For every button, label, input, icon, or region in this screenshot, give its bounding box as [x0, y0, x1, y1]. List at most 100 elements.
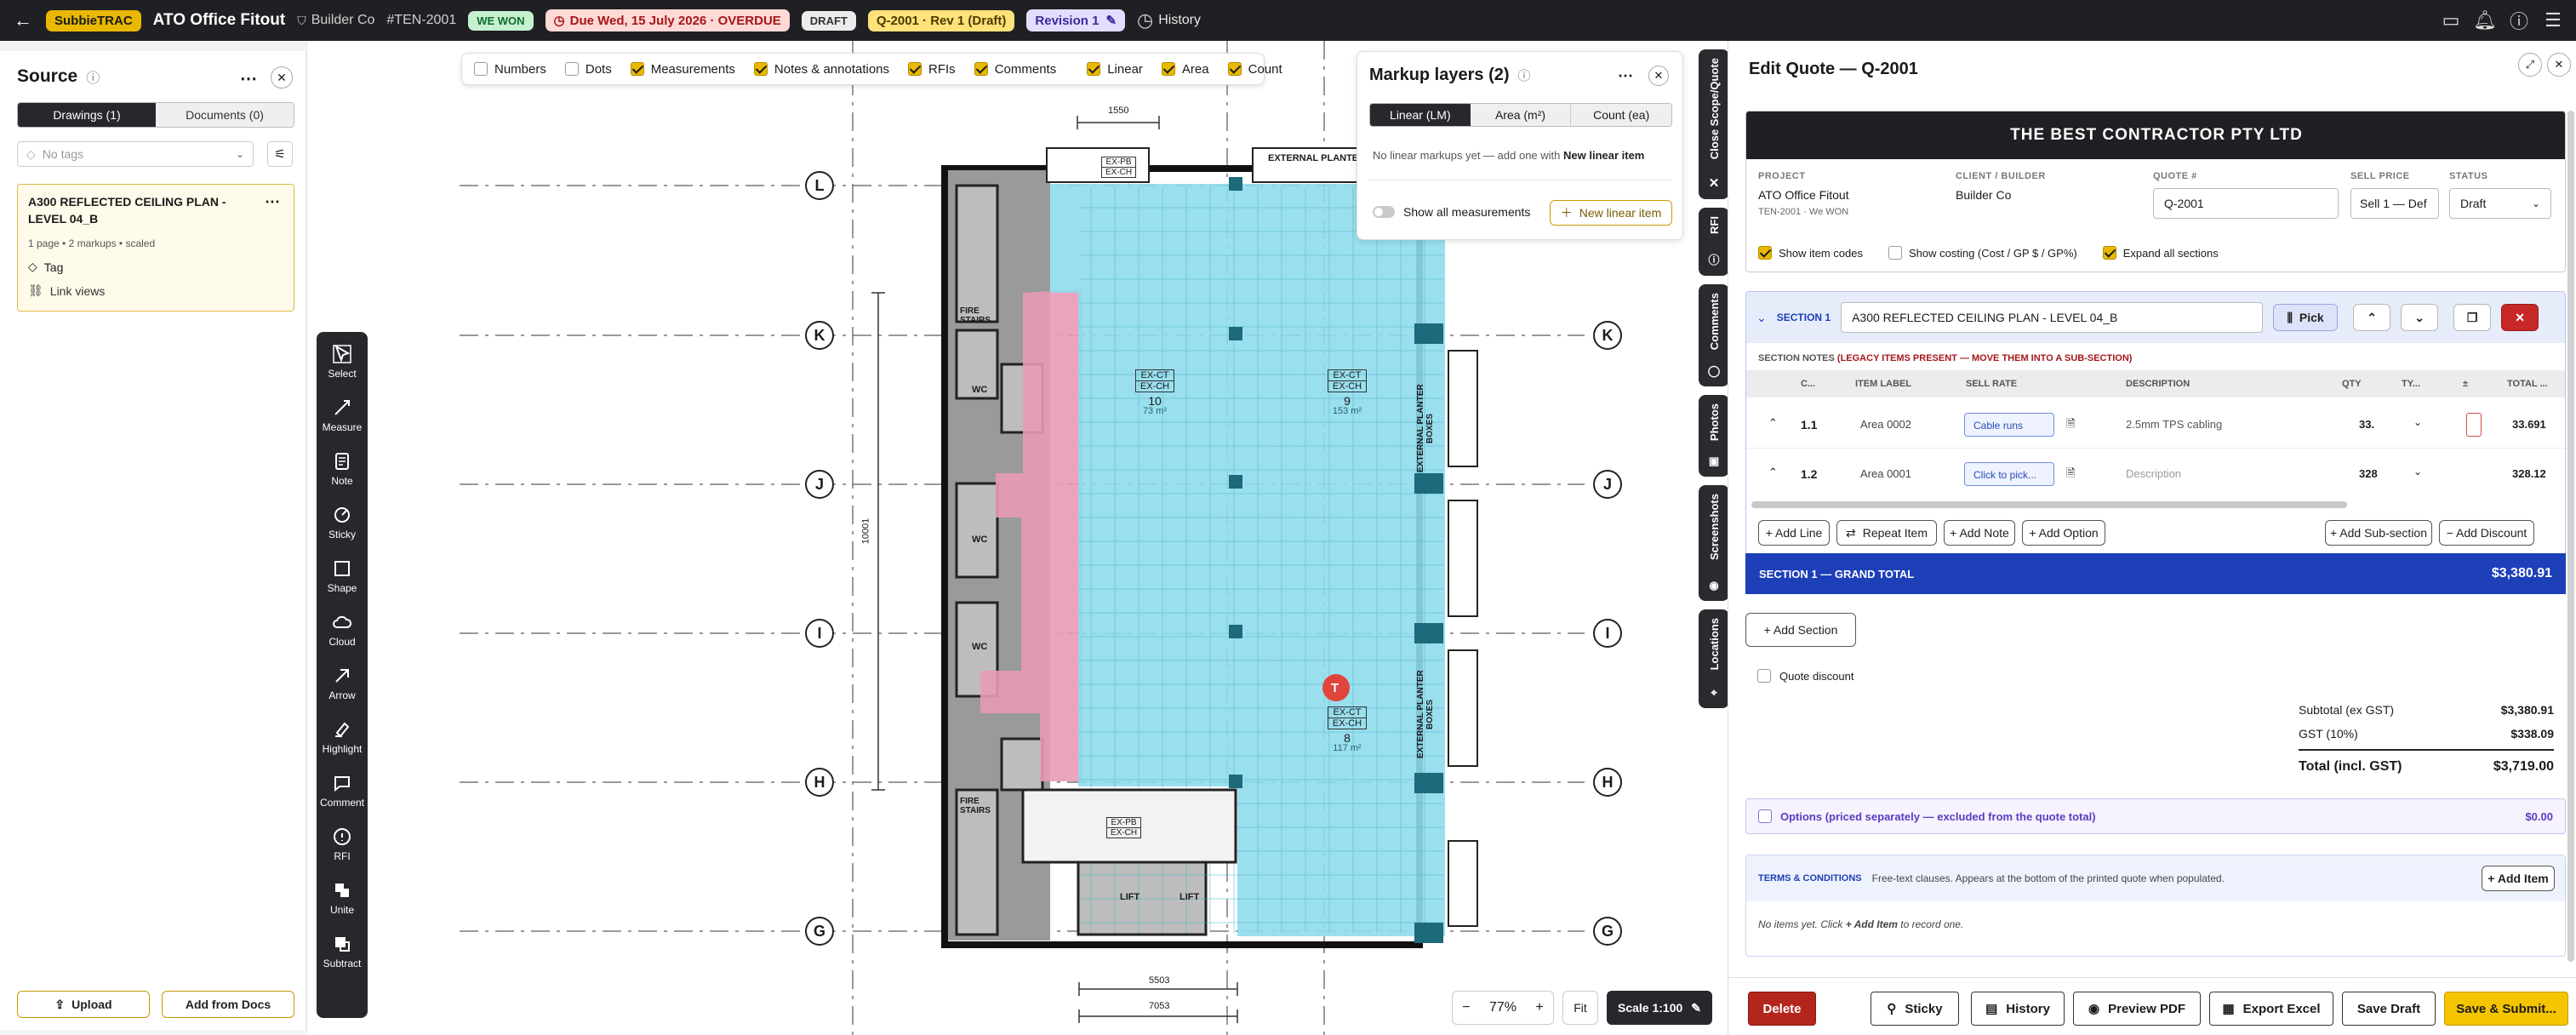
back-arrow-icon[interactable]: ←: [12, 9, 34, 31]
checkbox-unchecked[interactable]: [1888, 246, 1902, 260]
add-from-docs-button[interactable]: Add from Docs: [162, 991, 294, 1018]
sell-price-select[interactable]: Sell 1 — Def: [2350, 188, 2439, 219]
history-button[interactable]: ◷ History: [1137, 9, 1201, 31]
tab-documents[interactable]: Documents (0): [156, 103, 294, 127]
card-more-icon[interactable]: ⋯: [265, 193, 280, 211]
room-tag-10[interactable]: EX-CT EX-CH 10 73 m²: [1135, 369, 1174, 416]
brand-badge[interactable]: SubbieTRAC: [46, 9, 141, 31]
sidetab-comments[interactable]: Comments ◯: [1699, 284, 1729, 386]
checkbox-checked[interactable]: [1161, 62, 1175, 76]
export-excel-button[interactable]: ▦ Export Excel: [2209, 992, 2333, 1026]
tab-drawings[interactable]: Drawings (1): [18, 103, 156, 127]
row-margin-box[interactable]: [2466, 413, 2482, 437]
filter-measurements[interactable]: Measurements: [630, 62, 735, 77]
row-type-chevron-icon[interactable]: ⌄: [2413, 466, 2422, 477]
checkbox-checked[interactable]: [1087, 62, 1101, 76]
options-checkbox[interactable]: [1758, 809, 1772, 823]
options-row[interactable]: Options (priced separately — excluded fr…: [1745, 798, 2566, 834]
repeat-item-button[interactable]: ⇄ Repeat Item: [1836, 520, 1937, 546]
filter-area[interactable]: Area: [1161, 62, 1209, 77]
tab-count[interactable]: Count (ea): [1571, 104, 1671, 126]
menu-icon[interactable]: ☰: [2542, 9, 2564, 31]
markup-close-icon[interactable]: ✕: [1648, 66, 1669, 86]
quote-close-icon[interactable]: ✕: [2547, 53, 2571, 77]
toggle-switch[interactable]: [1373, 206, 1395, 218]
horizontal-scrollbar[interactable]: [1751, 501, 2347, 508]
tool-arrow[interactable]: Arrow: [317, 666, 368, 701]
checkbox-unchecked[interactable]: [1757, 669, 1771, 683]
checkbox-checked[interactable]: [974, 62, 988, 76]
table-row[interactable]: ⌃ 1.2 Area 0001 Click to pick... 🗎︎ Desc…: [1746, 450, 2565, 498]
room-tag-8[interactable]: EX-CT EX-CH 8 117 m²: [1328, 706, 1367, 753]
table-row[interactable]: ⌃ 1.1 Area 0002 Cable runs 🗎︎ 2.5mm TPS …: [1746, 401, 2565, 449]
expand-icon[interactable]: ⤢: [2518, 53, 2542, 77]
info-icon[interactable]: ⓘ: [86, 66, 100, 87]
tool-measure[interactable]: Measure: [317, 397, 368, 433]
filter-dots[interactable]: Dots: [564, 62, 612, 77]
sidetab-rfi[interactable]: RFI ⓘ: [1699, 208, 1729, 276]
sidetab-close-scope[interactable]: Close Scope/Quote ✕: [1699, 49, 1729, 199]
row-type-chevron-icon[interactable]: ⌄: [2413, 416, 2422, 428]
sidetab-screenshots[interactable]: Screenshots ◉: [1699, 485, 1729, 601]
checkbox-unchecked[interactable]: [474, 62, 488, 76]
section-name-input[interactable]: A300 REFLECTED CEILING PLAN - LEVEL 04_B: [1841, 302, 2264, 333]
filter-notes-annotations[interactable]: Notes & annotations: [753, 62, 889, 77]
room-tag-9[interactable]: EX-CT EX-CH 9 153 m²: [1328, 369, 1367, 416]
markup-more-icon[interactable]: ⋯: [1618, 67, 1633, 85]
move-down-button[interactable]: ⌄: [2401, 304, 2439, 331]
row-expand-icon[interactable]: ⌃: [1768, 416, 1778, 430]
tool-rfi[interactable]: RFI: [317, 826, 368, 862]
sidetab-locations[interactable]: Locations ⌖: [1699, 609, 1729, 708]
revision-badge[interactable]: Revision 1 ✎: [1026, 9, 1126, 31]
sticky-button[interactable]: ⚲ Sticky: [1871, 992, 1959, 1026]
add-option-button[interactable]: + Add Option: [2022, 520, 2105, 546]
fit-button[interactable]: Fit: [1562, 991, 1598, 1025]
tab-linear[interactable]: Linear (LM): [1370, 104, 1471, 126]
row-expand-icon[interactable]: ⌃: [1768, 466, 1778, 479]
tool-shape[interactable]: Shape: [317, 558, 368, 594]
zoom-out-button[interactable]: −: [1462, 1000, 1470, 1015]
show-item-codes-checkbox[interactable]: Show item codes: [1758, 246, 1863, 260]
show-all-toggle[interactable]: Show all measurements: [1373, 205, 1530, 219]
new-linear-item-button[interactable]: ＋ New linear item: [1550, 200, 1672, 226]
delete-section-button[interactable]: ✕: [2501, 304, 2539, 331]
add-subsection-button[interactable]: + Add Sub-section: [2325, 520, 2432, 546]
tool-unite[interactable]: Unite: [317, 880, 368, 916]
quote-ref-badge[interactable]: Q-2001 · Rev 1 (Draft): [867, 9, 1015, 31]
drawing-card[interactable]: A300 REFLECTED CEILING PLAN - LEVEL 04_B…: [17, 184, 294, 312]
checkbox-checked[interactable]: [908, 62, 922, 76]
duplicate-button[interactable]: ❐: [2453, 304, 2492, 331]
info-icon[interactable]: ⓘ: [1518, 66, 1531, 84]
show-costing-checkbox[interactable]: Show costing (Cost / GP $ / GP%): [1888, 246, 2077, 260]
collapse-chevron-icon[interactable]: ⌄: [1756, 311, 1767, 325]
no-items-link[interactable]: + Add Item: [1846, 918, 1898, 930]
save-draft-button[interactable]: Save Draft: [2342, 992, 2436, 1026]
tool-cloud[interactable]: Cloud: [317, 612, 368, 648]
expand-all-checkbox[interactable]: Expand all sections: [2102, 246, 2219, 260]
filter-linear[interactable]: Linear: [1087, 62, 1143, 77]
bell-icon[interactable]: 🔔︎: [2473, 9, 2497, 31]
filter-rfis[interactable]: RFIs: [908, 62, 956, 77]
tool-sticky[interactable]: Sticky: [317, 505, 368, 540]
add-item-button[interactable]: + Add Item: [2482, 866, 2555, 891]
scale-button[interactable]: Scale 1:100 ✎: [1607, 991, 1712, 1025]
add-note-button[interactable]: + Add Note: [1944, 520, 2015, 546]
close-icon[interactable]: ✕: [271, 66, 293, 89]
preview-pdf-button[interactable]: ◉ Preview PDF: [2073, 992, 2201, 1026]
rfi-marker-label[interactable]: T: [1331, 681, 1339, 695]
filter-comments[interactable]: Comments: [974, 62, 1056, 77]
tool-note[interactable]: Note: [317, 451, 368, 487]
status-select[interactable]: Draft ⌄: [2449, 188, 2551, 219]
tool-comment[interactable]: Comment: [317, 773, 368, 809]
checkbox-checked[interactable]: [1758, 246, 1772, 260]
checkbox-unchecked[interactable]: [564, 62, 579, 76]
save-submit-button[interactable]: Save & Submit...: [2444, 992, 2568, 1026]
vertical-scrollbar[interactable]: [2567, 111, 2574, 962]
help-icon[interactable]: ⓘ: [2508, 9, 2530, 32]
card-link-views[interactable]: ⛓ Link views: [28, 283, 105, 298]
checkbox-checked[interactable]: [2102, 246, 2116, 260]
add-section-button[interactable]: + Add Section: [1745, 613, 1856, 647]
pick-button[interactable]: ⫼ Pick: [2273, 304, 2339, 331]
tool-subtract[interactable]: Subtract: [317, 934, 368, 969]
card-tag-link[interactable]: ◇ Tag: [28, 260, 63, 274]
